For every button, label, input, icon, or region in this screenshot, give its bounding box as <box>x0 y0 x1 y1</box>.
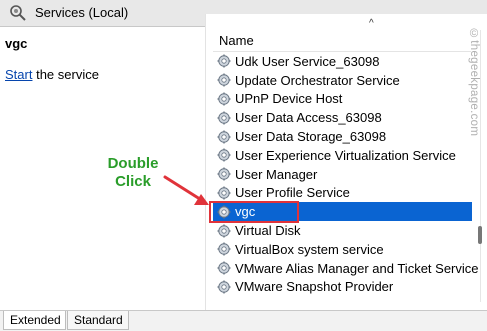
service-gear-icon <box>217 261 231 275</box>
service-row[interactable]: User Data Storage_63098 <box>213 127 472 146</box>
service-row[interactable]: User Profile Service <box>213 184 472 203</box>
service-gear-icon <box>217 224 231 238</box>
watermark: ©thegeekpage.com <box>468 28 480 137</box>
service-name-label: VirtualBox system service <box>235 241 384 257</box>
service-row[interactable]: VirtualBox system service <box>213 240 472 259</box>
service-gear-icon <box>217 242 231 256</box>
window-title: Services (Local) <box>35 5 129 20</box>
view-tab-bar: Extended Standard <box>0 310 487 331</box>
start-service-link[interactable]: Start <box>5 67 32 82</box>
name-column-header[interactable]: Name <box>213 30 471 52</box>
service-gear-icon <box>217 280 231 294</box>
service-row[interactable]: VMware Snapshot Provider <box>213 278 472 297</box>
service-name-label: User Manager <box>235 166 318 182</box>
service-gear-icon <box>217 111 231 125</box>
service-row[interactable]: Udk User Service_63098 <box>213 52 472 71</box>
service-name-label: Update Orchestrator Service <box>235 72 400 88</box>
double-click-callout: Double Click <box>98 155 168 191</box>
service-name-label: Udk User Service_63098 <box>235 53 380 69</box>
services-list: Udk User Service_63098 Update Orchestrato… <box>213 52 479 297</box>
service-gear-icon <box>217 92 231 106</box>
service-row[interactable]: VMware Alias Manager and Ticket Service <box>213 259 479 278</box>
service-gear-icon <box>217 73 231 87</box>
service-name-label: vgc <box>235 204 256 220</box>
service-name-label: UPnP Device Host <box>235 91 343 107</box>
service-row[interactable]: User Data Access_63098 <box>213 108 472 127</box>
service-row[interactable]: User Experience Virtualization Service <box>213 146 472 165</box>
start-service-line: Start the service <box>5 67 99 82</box>
services-list-pane: ^ Name Udk User Service_63098 Update Orch… <box>205 14 487 310</box>
service-name-label: VMware Alias Manager and Ticket Service <box>235 260 479 276</box>
service-name-label: User Data Storage_63098 <box>235 129 387 145</box>
service-row[interactable]: Virtual Disk <box>213 221 472 240</box>
service-name-label: User Data Access_63098 <box>235 110 382 126</box>
service-gear-icon <box>217 130 231 144</box>
service-row[interactable]: Update Orchestrator Service <box>213 71 472 90</box>
service-name-label: Virtual Disk <box>235 223 301 239</box>
service-row[interactable]: UPnP Device Host <box>213 90 472 109</box>
service-name-label: User Profile Service <box>235 185 350 201</box>
start-service-suffix: the service <box>32 67 99 82</box>
magnifier-gear-icon <box>10 5 26 21</box>
scrollbar-track[interactable] <box>480 30 481 302</box>
service-gear-icon <box>217 205 231 219</box>
service-gear-icon <box>217 186 231 200</box>
service-name-label: User Experience Virtualization Service <box>235 147 456 163</box>
sort-chevron-icon[interactable]: ^ <box>369 18 374 29</box>
callout-line-1: Double <box>107 155 159 172</box>
service-row[interactable]: User Manager <box>213 165 472 184</box>
selected-service-name: vgc <box>5 36 28 51</box>
service-gear-icon <box>217 54 231 68</box>
tab-standard[interactable]: Standard <box>67 311 129 330</box>
service-row[interactable]: vgc <box>213 202 472 222</box>
service-name-label: VMware Snapshot Provider <box>235 279 394 295</box>
service-gear-icon <box>217 167 231 181</box>
service-gear-icon <box>217 148 231 162</box>
callout-line-2: Click <box>115 173 151 190</box>
tab-extended[interactable]: Extended <box>3 311 66 330</box>
